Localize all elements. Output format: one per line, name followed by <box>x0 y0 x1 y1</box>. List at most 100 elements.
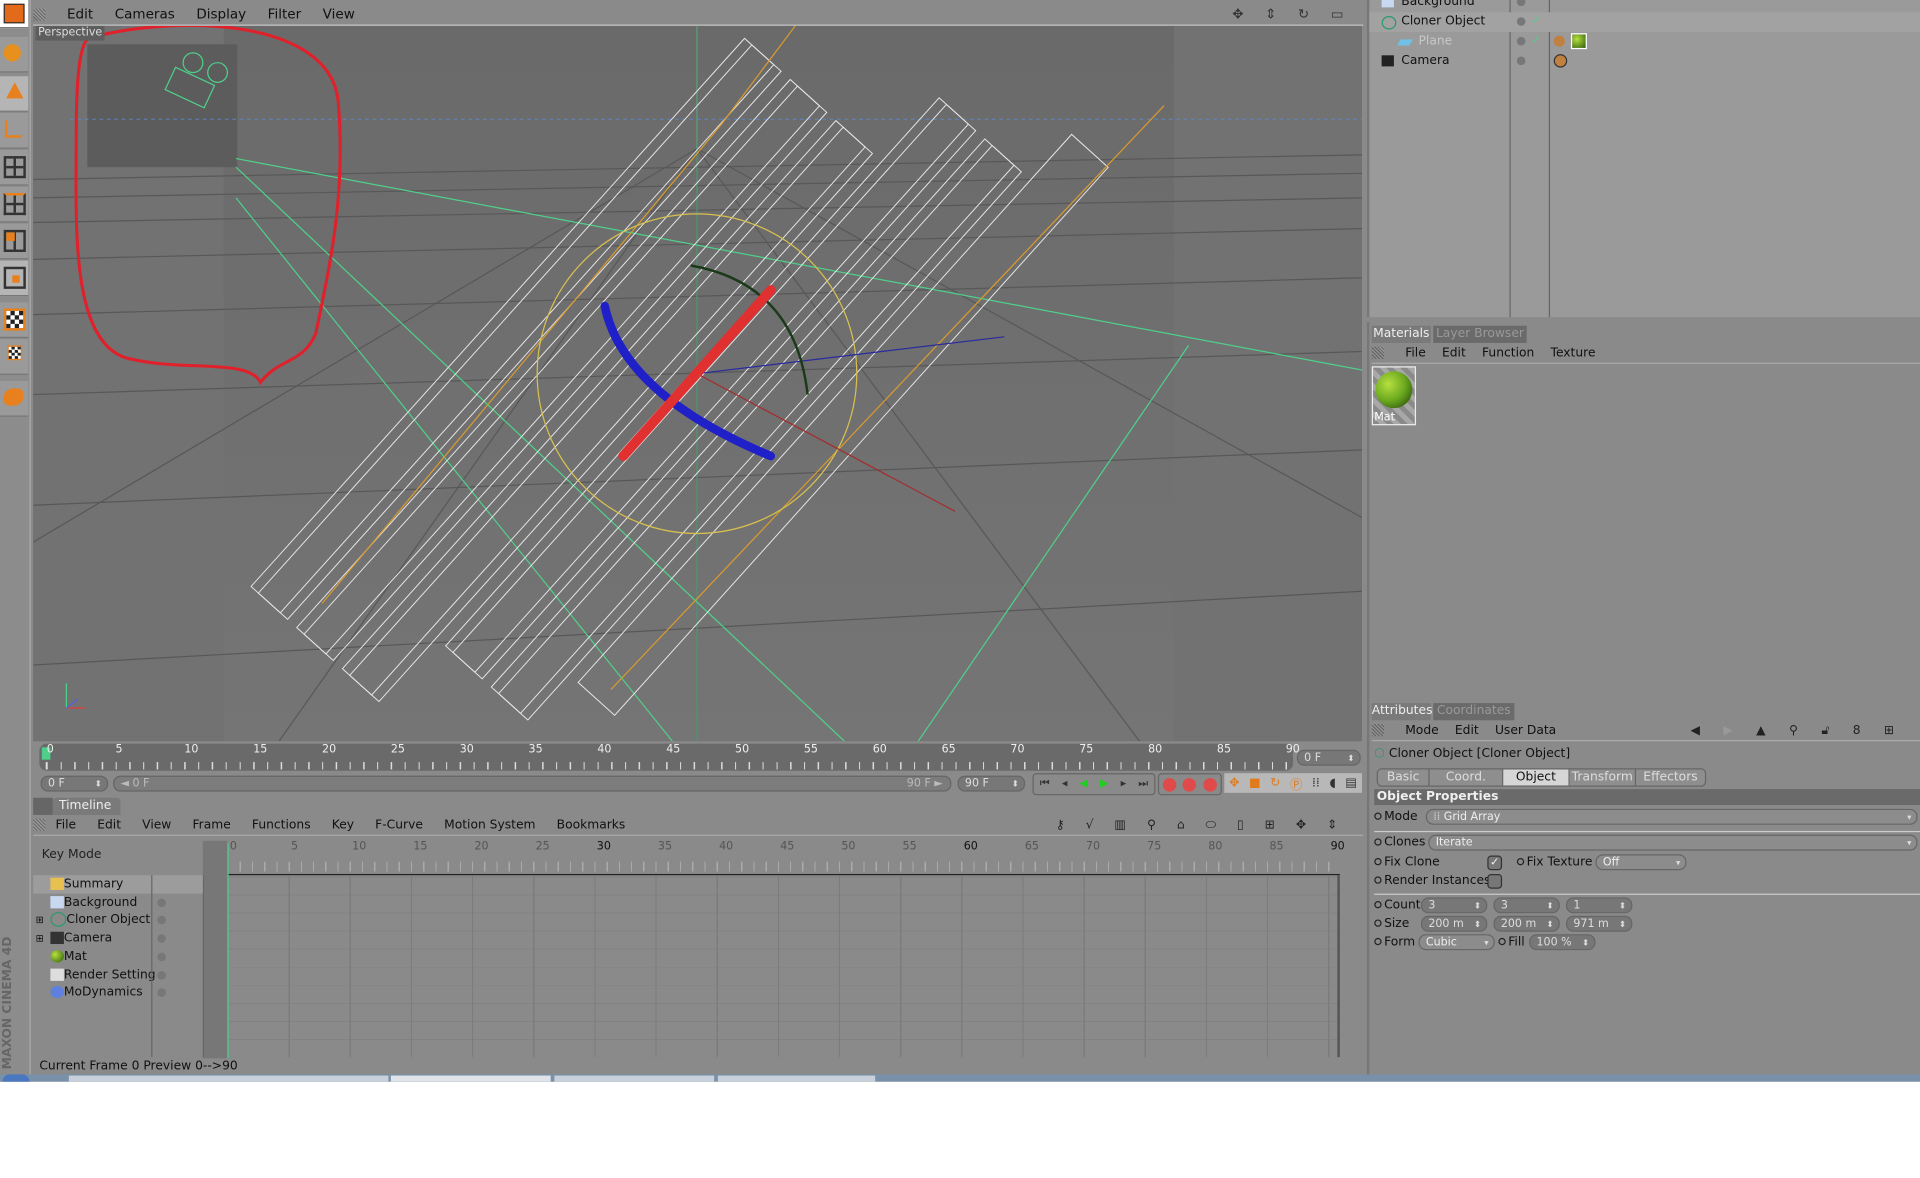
layout-icon[interactable] <box>0 0 29 29</box>
polygons-mode-icon[interactable] <box>0 223 29 260</box>
size-y-field[interactable]: 200 m ⬍ <box>1493 915 1560 932</box>
param-keys-icon[interactable]: Ⓟ <box>1290 774 1302 793</box>
uvw-mode-icon[interactable] <box>0 260 29 297</box>
clones-dropdown[interactable]: Iterate ▾ <box>1428 834 1918 851</box>
tab-object[interactable]: Object <box>1503 769 1570 786</box>
new-panel-icon[interactable]: ⊞ <box>1884 724 1900 738</box>
tl-menu-view[interactable]: View <box>142 819 171 833</box>
tab-coordinates[interactable]: Coordinates <box>1433 703 1515 721</box>
menu-display[interactable]: Display <box>196 6 246 22</box>
attr-menu-edit[interactable]: Edit <box>1455 724 1479 738</box>
3d-viewport[interactable]: Perspective <box>33 25 1362 742</box>
maximize-view-icon[interactable]: ▭ <box>1331 6 1344 22</box>
taskbar-button[interactable] <box>390 1075 551 1082</box>
scroll-icon[interactable]: ⇕ <box>1327 819 1341 833</box>
link-icon[interactable]: 8 <box>1853 724 1867 738</box>
tab-basic[interactable]: Basic <box>1378 769 1430 786</box>
sound-icon[interactable]: ◖ <box>1329 776 1335 790</box>
expand-icon[interactable]: ⊞ <box>36 911 48 929</box>
play-backward-button[interactable]: ◀ <box>1079 774 1088 794</box>
enabled-check-icon[interactable]: ✓ <box>1532 32 1541 50</box>
visibility-dot[interactable] <box>1516 36 1526 46</box>
track-row[interactable]: ⊞ Camera <box>33 929 203 947</box>
object-row[interactable]: Plane ✓ <box>1369 32 1920 50</box>
object-axis-icon[interactable] <box>0 76 29 112</box>
tab-materials[interactable]: Materials <box>1371 325 1431 343</box>
fill-field[interactable]: 100 % ⬍ <box>1529 934 1596 951</box>
search-icon[interactable]: ⚲ <box>1147 819 1160 833</box>
points-mode-icon[interactable] <box>0 149 29 186</box>
primitives-icon[interactable] <box>0 381 29 417</box>
object-row[interactable]: Cloner Object ✓ <box>1369 12 1920 30</box>
start-button[interactable] <box>2 1074 30 1082</box>
track-row[interactable]: MoDynamics <box>33 984 203 1002</box>
object-row[interactable]: Camera <box>1369 52 1920 70</box>
mat-menu-file[interactable]: File <box>1405 347 1426 361</box>
track-row[interactable]: Background <box>33 893 203 911</box>
visibility-dot[interactable] <box>1516 0 1526 7</box>
preview-range-slider[interactable]: ◄ 0 F 90 F ► <box>113 775 952 792</box>
up-icon[interactable]: ▲ <box>1756 724 1772 738</box>
zoom-view-icon[interactable]: ⇕ <box>1265 6 1276 22</box>
tab-attributes[interactable]: Attributes <box>1371 703 1432 721</box>
move-view-icon[interactable]: ✥ <box>1232 6 1243 22</box>
attr-menu-user-data[interactable]: User Data <box>1495 724 1556 738</box>
move-icon[interactable]: ✥ <box>1296 819 1310 833</box>
rotate-keys-icon[interactable]: ↻ <box>1270 776 1280 790</box>
material-tag-icon[interactable] <box>1570 33 1587 50</box>
go-end-button[interactable]: ⏭ <box>1138 774 1148 794</box>
mode-dropdown[interactable]: ⁞⁞ Grid Array ▾ <box>1425 808 1918 825</box>
expand-icon[interactable]: ⊞ <box>36 929 48 947</box>
visibility-dot[interactable] <box>1516 56 1526 66</box>
track-row[interactable]: Render Setting <box>33 966 203 984</box>
tab-effectors[interactable]: Effectors <box>1636 769 1705 785</box>
tl-menu-file[interactable]: File <box>56 819 77 833</box>
track-row[interactable]: Mat <box>33 947 203 965</box>
key-mode-icon[interactable]: ⚷ <box>1056 819 1069 833</box>
go-start-button[interactable]: ⏮ <box>1040 774 1050 794</box>
track-dot[interactable] <box>157 934 166 943</box>
forward-icon[interactable]: ▶ <box>1723 724 1739 738</box>
home-icon[interactable]: ⌂ <box>1177 819 1189 833</box>
protection-tag-icon[interactable] <box>1553 54 1568 68</box>
start-frame-field[interactable]: 0 F ⬍ <box>40 775 109 792</box>
track-row[interactable]: ⊞ Cloner Object <box>33 911 203 929</box>
auto-key-icon[interactable] <box>1183 777 1197 791</box>
edges-mode-icon[interactable] <box>0 186 29 223</box>
back-icon[interactable]: ◀ <box>1691 724 1707 738</box>
track-dot[interactable] <box>157 916 166 925</box>
mat-menu-edit[interactable]: Edit <box>1442 347 1466 361</box>
track-dot[interactable] <box>157 988 166 998</box>
ellipse-icon[interactable]: ⬭ <box>1206 819 1220 833</box>
size-z-field[interactable]: 971 m ⬍ <box>1566 915 1633 932</box>
menu-filter[interactable]: Filter <box>268 6 301 22</box>
keyframe-selection-icon[interactable] <box>1203 777 1218 791</box>
record-key-icon[interactable] <box>1162 777 1177 791</box>
scale-keys-icon[interactable]: ■ <box>1249 776 1261 790</box>
render-instances-checkbox[interactable] <box>1487 873 1503 889</box>
next-key-button[interactable]: ▸ <box>1121 774 1127 794</box>
search-icon[interactable]: ⚲ <box>1789 724 1804 738</box>
model-tool-icon[interactable] <box>0 36 29 73</box>
tab-layer-browser[interactable]: Layer Browser <box>1433 325 1527 343</box>
current-frame-field[interactable]: 0 F ⬍ <box>1296 749 1361 766</box>
taskbar-button[interactable] <box>68 1075 389 1082</box>
tl-menu-bookmarks[interactable]: Bookmarks <box>557 819 626 833</box>
fix-clone-checkbox[interactable]: ✓ <box>1487 855 1503 871</box>
object-row[interactable]: Background <box>1369 0 1920 11</box>
frame-ruler[interactable]: 0 5 10 15 20 25 30 35 40 45 50 55 60 65 70 75 80 85 90 <box>39 743 1300 771</box>
taskbar-button[interactable] <box>717 1075 876 1082</box>
attr-menu-mode[interactable]: Mode <box>1405 724 1438 738</box>
axis-icon[interactable] <box>0 113 29 149</box>
scheme-icon[interactable]: ▤ <box>1345 776 1357 790</box>
count-y-field[interactable]: 3 ⬍ <box>1493 897 1560 914</box>
tl-menu-fcurve[interactable]: F-Curve <box>375 819 423 833</box>
modynamics-tag-icon[interactable] <box>1553 35 1565 47</box>
count-x-field[interactable]: 3 ⬍ <box>1420 897 1488 914</box>
tl-menu-key[interactable]: Key <box>332 819 354 833</box>
mat-menu-function[interactable]: Function <box>1482 347 1534 361</box>
texture-mode-icon[interactable] <box>0 302 29 339</box>
tab-transform[interactable]: Transform <box>1570 769 1637 786</box>
tl-menu-functions[interactable]: Functions <box>252 819 311 833</box>
menu-view[interactable]: View <box>323 6 355 22</box>
